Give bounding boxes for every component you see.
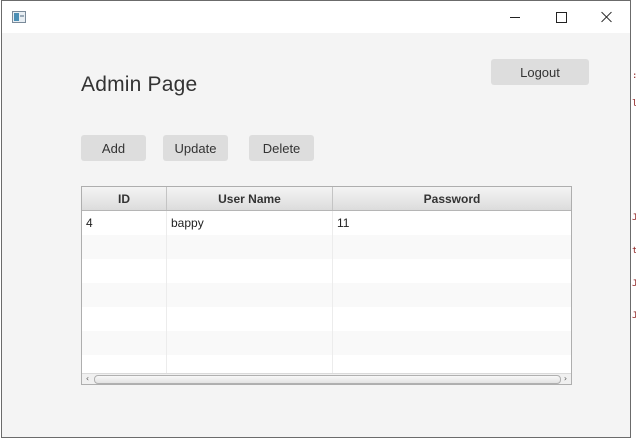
minimize-button[interactable] — [492, 1, 538, 33]
background-text-fragment: : — [632, 72, 636, 81]
empty-cell — [333, 259, 571, 283]
empty-cell — [167, 355, 333, 373]
scroll-right-icon[interactable]: › — [560, 374, 571, 384]
background-text-fragment: J — [632, 311, 636, 321]
logout-button[interactable]: Logout — [491, 59, 589, 85]
maximize-button[interactable] — [538, 1, 584, 33]
table-row[interactable]: 4 bappy 11 — [82, 211, 571, 235]
empty-cell — [333, 283, 571, 307]
empty-table-row — [82, 259, 571, 283]
scroll-left-icon[interactable]: ‹ — [82, 374, 93, 384]
column-header-user-name[interactable]: User Name — [167, 187, 333, 210]
close-icon — [601, 11, 613, 23]
add-button[interactable]: Add — [81, 135, 146, 161]
column-header-id[interactable]: ID — [82, 187, 167, 210]
empty-cell — [82, 307, 167, 331]
empty-cell — [82, 235, 167, 259]
empty-table-row — [82, 307, 571, 331]
scrollbar-thumb[interactable] — [94, 375, 561, 384]
empty-cell — [333, 307, 571, 331]
background-text-fragment: t — [632, 246, 636, 256]
empty-table-row — [82, 355, 571, 373]
table-body: 4 bappy 11 — [82, 211, 571, 373]
empty-cell — [167, 283, 333, 307]
admin-window: Admin Page Logout Add Update Delete ID U… — [1, 0, 631, 438]
users-table[interactable]: ID User Name Password 4 bappy 11 ‹ › — [81, 186, 572, 385]
delete-button[interactable]: Delete — [249, 135, 314, 161]
cell-password: 11 — [337, 216, 350, 230]
close-button[interactable] — [584, 1, 630, 33]
empty-cell — [167, 235, 333, 259]
cell-user-name: bappy — [167, 211, 333, 235]
column-header-password[interactable]: Password — [333, 187, 571, 210]
empty-cell — [167, 331, 333, 355]
empty-table-row — [82, 331, 571, 355]
cell-id: 4 — [82, 211, 167, 235]
title-bar[interactable] — [2, 1, 630, 33]
empty-cell — [82, 283, 167, 307]
minimize-icon — [510, 16, 520, 18]
background-text-fragment: l — [632, 99, 636, 109]
update-button[interactable]: Update — [163, 135, 228, 161]
empty-cell — [333, 355, 571, 373]
horizontal-scrollbar[interactable]: ‹ › — [82, 373, 571, 384]
empty-cell — [167, 259, 333, 283]
app-window-icon — [12, 11, 26, 23]
page-title: Admin Page — [81, 73, 198, 96]
background-text-fragment: J — [632, 279, 636, 289]
background-text-fragment: J — [632, 213, 636, 223]
empty-cell — [82, 259, 167, 283]
empty-cell — [167, 307, 333, 331]
empty-cell — [82, 331, 167, 355]
empty-cell — [333, 235, 571, 259]
maximize-icon — [555, 11, 567, 23]
table-header: ID User Name Password — [82, 187, 571, 211]
empty-cell — [333, 331, 571, 355]
empty-cell — [82, 355, 167, 373]
empty-table-row — [82, 235, 571, 259]
empty-table-row — [82, 283, 571, 307]
